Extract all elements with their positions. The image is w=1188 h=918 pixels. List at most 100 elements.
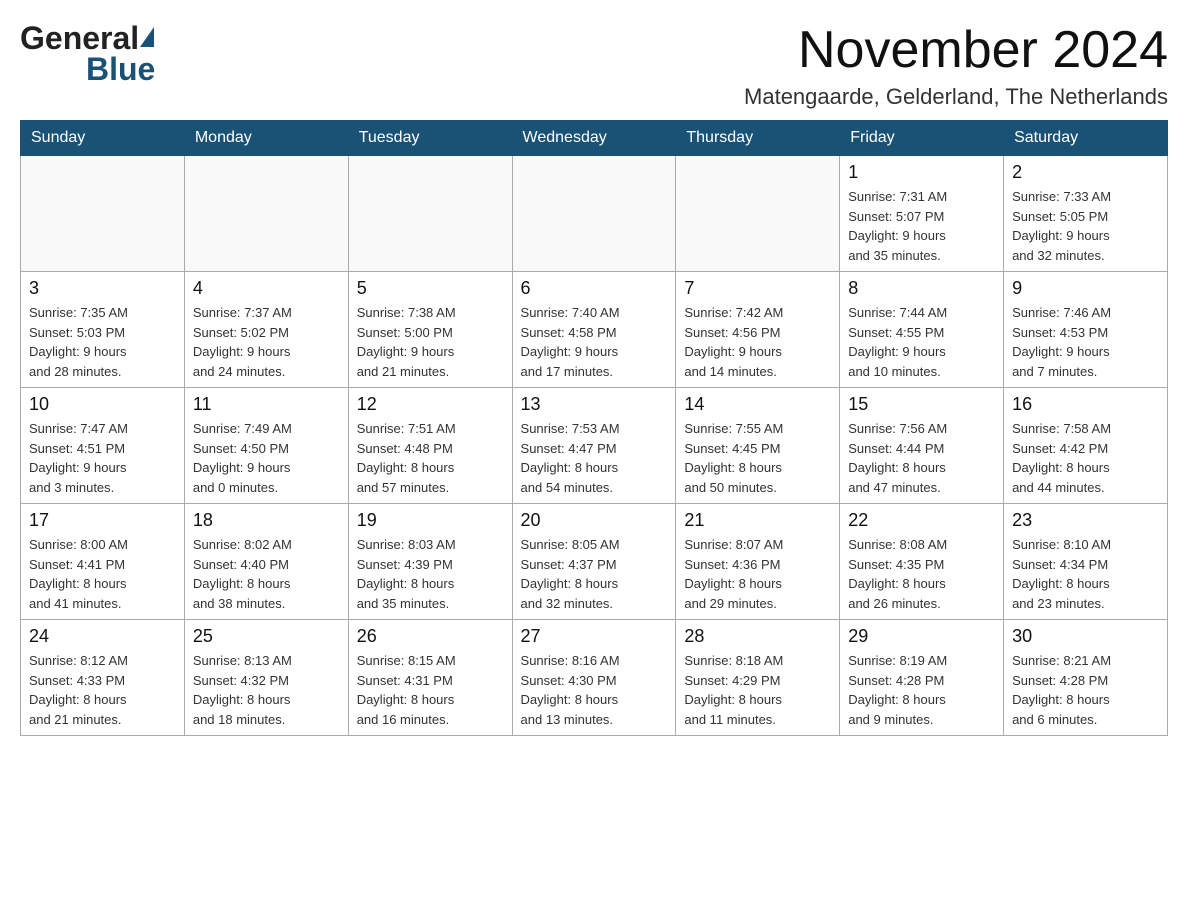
calendar-cell: 3 Sunrise: 7:35 AMSunset: 5:03 PMDaylight… [21,272,185,388]
day-info: Sunrise: 7:37 AMSunset: 5:02 PMDaylight:… [193,303,340,381]
day-number: 12 [357,394,504,415]
week-row-5: 24 Sunrise: 8:12 AMSunset: 4:33 PMDayligh… [21,620,1168,736]
calendar-cell: 10 Sunrise: 7:47 AMSunset: 4:51 PMDayligh… [21,388,185,504]
calendar-cell: 8 Sunrise: 7:44 AMSunset: 4:55 PMDaylight… [840,272,1004,388]
day-number: 2 [1012,162,1159,183]
day-info: Sunrise: 7:56 AMSunset: 4:44 PMDaylight:… [848,419,995,497]
day-info: Sunrise: 8:15 AMSunset: 4:31 PMDaylight:… [357,651,504,729]
header: General Blue November 2024 Matengaarde, … [20,20,1168,110]
calendar-cell: 12 Sunrise: 7:51 AMSunset: 4:48 PMDayligh… [348,388,512,504]
calendar-cell: 25 Sunrise: 8:13 AMSunset: 4:32 PMDayligh… [184,620,348,736]
day-number: 30 [1012,626,1159,647]
day-number: 15 [848,394,995,415]
calendar-cell: 2 Sunrise: 7:33 AMSunset: 5:05 PMDaylight… [1004,156,1168,272]
day-number: 21 [684,510,831,531]
calendar-cell: 23 Sunrise: 8:10 AMSunset: 4:34 PMDayligh… [1004,504,1168,620]
week-row-4: 17 Sunrise: 8:00 AMSunset: 4:41 PMDayligh… [21,504,1168,620]
day-number: 23 [1012,510,1159,531]
day-number: 14 [684,394,831,415]
day-info: Sunrise: 8:02 AMSunset: 4:40 PMDaylight:… [193,535,340,613]
calendar-cell: 19 Sunrise: 8:03 AMSunset: 4:39 PMDayligh… [348,504,512,620]
calendar-cell: 6Sunrise: 7:40 AMSunset: 4:58 PMDaylight… [512,272,676,388]
day-info: Sunrise: 7:35 AMSunset: 5:03 PMDaylight:… [29,303,176,381]
day-info: Sunrise: 8:08 AMSunset: 4:35 PMDaylight:… [848,535,995,613]
day-info: Sunrise: 8:05 AMSunset: 4:37 PMDaylight:… [521,535,668,613]
calendar-table: SundayMondayTuesdayWednesdayThursdayFrid… [20,120,1168,736]
day-number: 1 [848,162,995,183]
calendar-cell: 29Sunrise: 8:19 AMSunset: 4:28 PMDayligh… [840,620,1004,736]
day-info: Sunrise: 8:12 AMSunset: 4:33 PMDaylight:… [29,651,176,729]
calendar-cell [21,156,185,272]
day-number: 28 [684,626,831,647]
day-info: Sunrise: 7:58 AMSunset: 4:42 PMDaylight:… [1012,419,1159,497]
calendar-cell: 13Sunrise: 7:53 AMSunset: 4:47 PMDayligh… [512,388,676,504]
day-number: 19 [357,510,504,531]
day-number: 26 [357,626,504,647]
day-number: 16 [1012,394,1159,415]
calendar-cell: 27 Sunrise: 8:16 AMSunset: 4:30 PMDayligh… [512,620,676,736]
main-title: November 2024 [744,20,1168,80]
day-number: 20 [521,510,668,531]
calendar-cell: 21 Sunrise: 8:07 AMSunset: 4:36 PMDayligh… [676,504,840,620]
calendar-cell [512,156,676,272]
calendar-cell: 7 Sunrise: 7:42 AMSunset: 4:56 PMDaylight… [676,272,840,388]
day-info: Sunrise: 7:31 AMSunset: 5:07 PMDaylight:… [848,187,995,265]
calendar-cell: 11 Sunrise: 7:49 AMSunset: 4:50 PMDayligh… [184,388,348,504]
day-info: Sunrise: 8:10 AMSunset: 4:34 PMDaylight:… [1012,535,1159,613]
day-info: Sunrise: 7:55 AMSunset: 4:45 PMDaylight:… [684,419,831,497]
day-info: Sunrise: 8:16 AMSunset: 4:30 PMDaylight:… [521,651,668,729]
day-info: Sunrise: 7:38 AMSunset: 5:00 PMDaylight:… [357,303,504,381]
calendar-header-friday: Friday [840,121,1004,156]
day-number: 4 [193,278,340,299]
logo-blue-text: Blue [86,51,155,88]
calendar-cell: 20 Sunrise: 8:05 AMSunset: 4:37 PMDayligh… [512,504,676,620]
day-info: Sunrise: 8:13 AMSunset: 4:32 PMDaylight:… [193,651,340,729]
day-number: 10 [29,394,176,415]
day-info: Sunrise: 7:49 AMSunset: 4:50 PMDaylight:… [193,419,340,497]
day-number: 27 [521,626,668,647]
day-number: 17 [29,510,176,531]
day-number: 11 [193,394,340,415]
calendar-cell: 9 Sunrise: 7:46 AMSunset: 4:53 PMDaylight… [1004,272,1168,388]
day-info: Sunrise: 7:42 AMSunset: 4:56 PMDaylight:… [684,303,831,381]
day-info: Sunrise: 7:53 AMSunset: 4:47 PMDaylight:… [521,419,668,497]
day-number: 3 [29,278,176,299]
day-number: 8 [848,278,995,299]
calendar-header-sunday: Sunday [21,121,185,156]
day-info: Sunrise: 7:51 AMSunset: 4:48 PMDaylight:… [357,419,504,497]
calendar-cell: 22 Sunrise: 8:08 AMSunset: 4:35 PMDayligh… [840,504,1004,620]
subtitle: Matengaarde, Gelderland, The Netherlands [744,84,1168,110]
calendar-cell: 26 Sunrise: 8:15 AMSunset: 4:31 PMDayligh… [348,620,512,736]
calendar-cell: 24 Sunrise: 8:12 AMSunset: 4:33 PMDayligh… [21,620,185,736]
day-info: Sunrise: 7:44 AMSunset: 4:55 PMDaylight:… [848,303,995,381]
calendar-cell: 4 Sunrise: 7:37 AMSunset: 5:02 PMDaylight… [184,272,348,388]
day-info: Sunrise: 8:07 AMSunset: 4:36 PMDaylight:… [684,535,831,613]
day-number: 24 [29,626,176,647]
calendar-cell: 30 Sunrise: 8:21 AMSunset: 4:28 PMDayligh… [1004,620,1168,736]
day-info: Sunrise: 8:19 AMSunset: 4:28 PMDaylight:… [848,651,995,729]
day-info: Sunrise: 8:18 AMSunset: 4:29 PMDaylight:… [684,651,831,729]
calendar-cell: 15 Sunrise: 7:56 AMSunset: 4:44 PMDayligh… [840,388,1004,504]
calendar-cell: 1 Sunrise: 7:31 AMSunset: 5:07 PMDaylight… [840,156,1004,272]
day-info: Sunrise: 8:03 AMSunset: 4:39 PMDaylight:… [357,535,504,613]
day-number: 25 [193,626,340,647]
calendar-header-monday: Monday [184,121,348,156]
day-info: Sunrise: 7:33 AMSunset: 5:05 PMDaylight:… [1012,187,1159,265]
day-info: Sunrise: 8:00 AMSunset: 4:41 PMDaylight:… [29,535,176,613]
logo-triangle-icon [140,27,154,47]
day-number: 18 [193,510,340,531]
calendar-cell [184,156,348,272]
day-number: 9 [1012,278,1159,299]
logo: General Blue [20,20,155,88]
calendar-cell: 16 Sunrise: 7:58 AMSunset: 4:42 PMDayligh… [1004,388,1168,504]
week-row-3: 10 Sunrise: 7:47 AMSunset: 4:51 PMDayligh… [21,388,1168,504]
day-info: Sunrise: 8:21 AMSunset: 4:28 PMDaylight:… [1012,651,1159,729]
day-info: Sunrise: 7:46 AMSunset: 4:53 PMDaylight:… [1012,303,1159,381]
day-number: 22 [848,510,995,531]
calendar-cell: 18 Sunrise: 8:02 AMSunset: 4:40 PMDayligh… [184,504,348,620]
week-row-1: 1 Sunrise: 7:31 AMSunset: 5:07 PMDaylight… [21,156,1168,272]
day-number: 7 [684,278,831,299]
day-info: Sunrise: 7:47 AMSunset: 4:51 PMDaylight:… [29,419,176,497]
calendar-cell: 5Sunrise: 7:38 AMSunset: 5:00 PMDaylight… [348,272,512,388]
calendar-header-wednesday: Wednesday [512,121,676,156]
